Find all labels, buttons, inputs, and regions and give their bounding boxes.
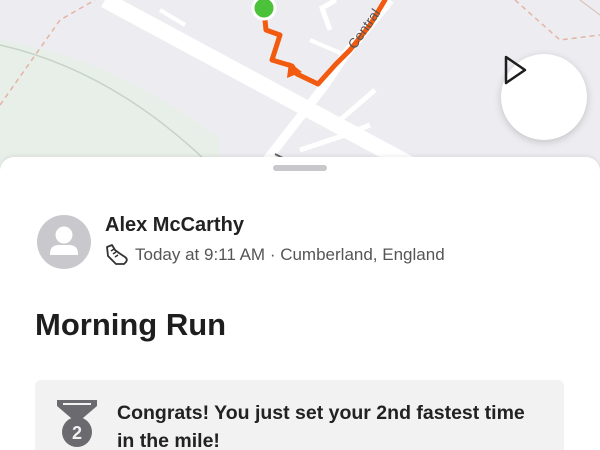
shoe-icon bbox=[106, 244, 128, 265]
activity-date-location: Today at 9:11 AM · Cumberland, England bbox=[135, 245, 445, 264]
activity-screen: Central Alex McCarthy Today at 9:11 AM ·… bbox=[0, 0, 600, 450]
achievement-card[interactable]: 2 Congrats! You just set your 2nd fastes… bbox=[35, 380, 564, 450]
sheet-drag-handle[interactable] bbox=[273, 165, 327, 171]
scroll-indicator: ⋮ bbox=[595, 163, 600, 177]
start-marker bbox=[251, 0, 277, 21]
activity-sheet: Alex McCarthy Today at 9:11 AM · Cumberl… bbox=[0, 157, 600, 450]
minor-road bbox=[318, 0, 338, 31]
play-icon bbox=[504, 55, 527, 85]
minor-road-3 bbox=[338, 88, 377, 122]
activity-title[interactable]: Morning Run bbox=[35, 307, 226, 343]
medal-rank: 2 bbox=[72, 423, 82, 443]
avatar[interactable] bbox=[37, 215, 91, 269]
minor-road-2 bbox=[309, 38, 346, 57]
medal-icon: 2 bbox=[57, 400, 97, 447]
route-map[interactable]: Central bbox=[0, 0, 600, 175]
street-label: Central bbox=[344, 6, 383, 52]
play-route-button[interactable] bbox=[501, 54, 587, 140]
boundary-line-corner bbox=[579, 0, 600, 16]
activity-meta: Today at 9:11 AM · Cumberland, England bbox=[104, 244, 445, 266]
achievement-text: Congrats! You just set your 2nd fastest … bbox=[117, 402, 525, 450]
park-area bbox=[0, 40, 220, 175]
athlete-name[interactable]: Alex McCarthy bbox=[105, 214, 244, 237]
user-avatar-icon bbox=[50, 226, 78, 255]
